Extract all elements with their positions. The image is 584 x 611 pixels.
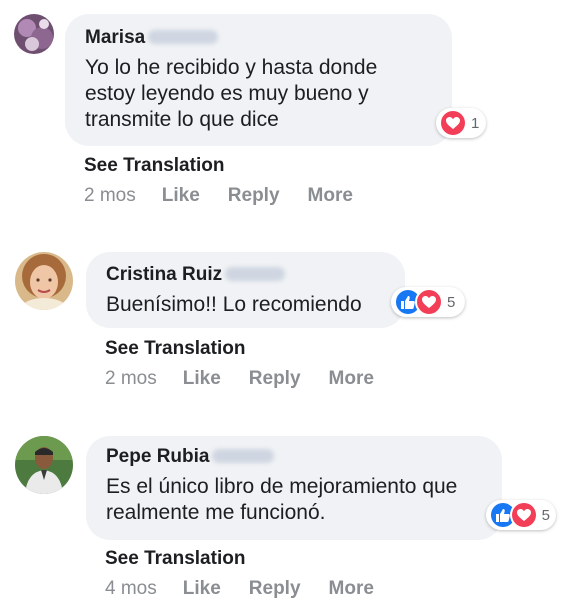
comment-text: Buenísimo!! Lo recomiendo xyxy=(106,293,362,316)
like-button[interactable]: Like xyxy=(162,185,200,207)
blurred-surname xyxy=(148,30,219,44)
blurred-surname xyxy=(225,267,286,281)
heart-reaction-icon xyxy=(415,288,443,316)
comment-timestamp[interactable]: 4 mos xyxy=(105,578,157,600)
avatar[interactable] xyxy=(14,14,54,54)
reply-button[interactable]: Reply xyxy=(249,578,301,600)
comment-bubble: Cristina Ruiz Buenísimo!! Lo recomiendo xyxy=(86,252,405,328)
more-button[interactable]: More xyxy=(329,368,374,390)
reply-button[interactable]: Reply xyxy=(249,368,301,390)
reaction-count: 5 xyxy=(447,293,456,311)
comment-text: Es el único libro de mejoramiento que re… xyxy=(106,475,458,524)
comment-author-line: Marisa xyxy=(85,27,432,49)
comment-author[interactable]: Marisa xyxy=(85,27,145,48)
avatar[interactable] xyxy=(15,252,73,310)
see-translation-link[interactable]: See Translation xyxy=(105,338,245,360)
reaction-summary[interactable]: 1 xyxy=(436,108,486,138)
comment-author-line: Cristina Ruiz xyxy=(106,264,385,286)
comment-bubble: Pepe Rubia Es el único libro de mejorami… xyxy=(86,436,502,540)
comment-timestamp[interactable]: 2 mos xyxy=(84,185,136,207)
more-button[interactable]: More xyxy=(308,185,353,207)
reaction-summary[interactable]: 5 xyxy=(486,500,556,530)
comment-3: Pepe Rubia Es el único libro de mejorami… xyxy=(0,424,584,611)
comment-author[interactable]: Cristina Ruiz xyxy=(106,264,222,285)
comment-actions: 4 mos Like Reply More xyxy=(105,578,402,600)
comment-bubble: Marisa Yo lo he recibido y hasta donde e… xyxy=(65,14,452,146)
reply-button[interactable]: Reply xyxy=(228,185,280,207)
comment-2: Cristina Ruiz Buenísimo!! Lo recomiendo … xyxy=(0,240,584,420)
comment-actions: 2 mos Like Reply More xyxy=(105,368,402,390)
blurred-surname xyxy=(212,449,275,463)
see-translation-link[interactable]: See Translation xyxy=(105,548,245,570)
like-button[interactable]: Like xyxy=(183,368,221,390)
comment-text: Yo lo he recibido y hasta donde estoy le… xyxy=(85,56,378,131)
comment-author-line: Pepe Rubia xyxy=(106,446,482,468)
like-button[interactable]: Like xyxy=(183,578,221,600)
comment-author[interactable]: Pepe Rubia xyxy=(106,446,209,467)
more-button[interactable]: More xyxy=(329,578,374,600)
see-translation-link[interactable]: See Translation xyxy=(84,155,224,177)
comment-1: Marisa Yo lo he recibido y hasta donde e… xyxy=(0,0,584,220)
reaction-count: 1 xyxy=(471,114,480,132)
reaction-summary[interactable]: 5 xyxy=(391,287,465,317)
comment-actions: 2 mos Like Reply More xyxy=(84,185,381,207)
heart-reaction-icon xyxy=(439,109,467,137)
heart-reaction-icon xyxy=(509,501,538,529)
avatar[interactable] xyxy=(15,436,73,494)
comment-timestamp[interactable]: 2 mos xyxy=(105,368,157,390)
reaction-count: 5 xyxy=(541,506,550,524)
